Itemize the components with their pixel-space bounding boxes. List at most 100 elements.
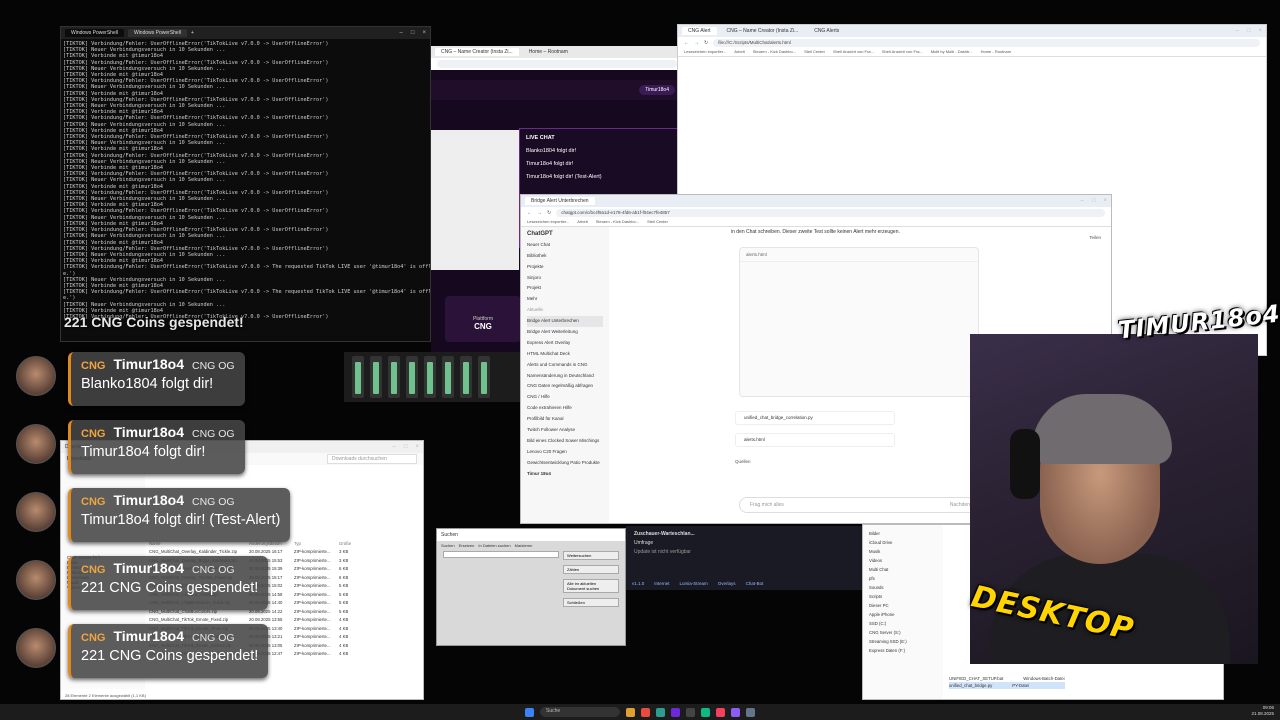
bookmark[interactable]: Arbeit [577,219,587,226]
bookmark[interactable]: Stell Center [804,49,825,56]
powershell-window[interactable]: Windows PowerShell Windows PowerShell + … [60,26,431,342]
share-button[interactable]: Teilen [1089,235,1101,240]
app-icon[interactable] [656,707,665,717]
chatgpt-brand[interactable]: ChatGPT [527,229,603,240]
close-icon[interactable]: × [422,30,426,36]
taskbar-search[interactable]: Suche [540,707,620,717]
column-size[interactable]: Größe [339,541,351,546]
sidebar-item[interactable]: Videos [869,556,937,565]
sidebar-item[interactable]: Scripts [869,592,937,601]
history-item[interactable]: Bridge Alert Unterbrechen [527,316,603,328]
maximize-icon[interactable]: □ [1092,198,1096,204]
file-row[interactable]: UNIFIED_CHAT_SETUP.bat Windows-Batch-Dat… [949,675,1065,682]
mixer-channel[interactable] [478,356,490,398]
overlay-item[interactable]: Zuschauer-Warteschlan... [634,530,858,539]
url-field[interactable]: chatgpt.com/c/bc4f9a1d-e178-4fd6-ab1f-f0… [556,209,1105,217]
mixer-channel[interactable] [460,356,472,398]
bookmark[interactable]: Steuern - Kick Dashbo... [753,49,796,56]
back-icon[interactable]: ← [684,40,689,46]
sidebar-item[interactable]: Dieser PC [869,601,937,610]
maximize-icon[interactable]: □ [404,444,408,450]
count-button[interactable]: Zählen [563,565,619,574]
nav-projects[interactable]: Projekte [527,262,603,273]
overlay-item[interactable]: Umfrage [634,539,858,548]
search-input[interactable]: Downloads durchsuchen [327,454,417,464]
dialog-tab[interactable]: Suchen [441,543,455,548]
sidebar-item[interactable]: iCloud Drive [869,538,937,547]
browser-icon[interactable] [641,707,650,717]
reload-icon[interactable]: ↻ [547,210,551,216]
sidebar-item[interactable]: Streaming SSD (E:) [869,637,937,646]
bookmark[interactable]: Shell Ansicht von Fra... [833,49,874,56]
history-item[interactable]: HTML Multichat Deck [527,349,603,360]
toolbar-item-lumia[interactable]: Lumia-Stream [680,581,708,586]
explorer-icon[interactable] [626,707,635,717]
terminal-output[interactable]: [TIKTOK] Verbindung/Fehler: UserOfflineE… [61,39,430,322]
sidebar-item[interactable]: Apple iPhone [869,610,937,619]
minimize-icon[interactable]: – [1081,198,1084,204]
back-icon[interactable]: ← [527,210,532,216]
nav-item[interactable]: Projekt [527,283,603,294]
browser-tab-cng[interactable]: CNG – Name Creator (Insta Zi... [435,48,519,56]
close-icon[interactable]: × [1258,28,1262,34]
toolbar-item-overlays[interactable]: Overlays [718,581,736,586]
bookmark[interactable]: Shell Ansicht von Fra... [882,49,923,56]
close-dialog-button[interactable]: Schließen [563,598,619,607]
address-bar[interactable]: ← → ↻ file:///C:/Scripts/MultiChat/alert… [678,37,1266,49]
sidebar-item[interactable]: Multi Chat [869,565,937,574]
mixer-channel[interactable] [424,356,436,398]
powershell-tab-2[interactable]: Windows PowerShell [127,29,187,37]
history-item[interactable]: Twitch Follower Analyse [527,425,603,436]
nav-more[interactable]: Mehr [527,294,603,305]
file-attachment[interactable]: unified_chat_bridge_correlation.py [735,411,895,425]
tab-name-creator[interactable]: CNG – Name Creator (Insta Zi... [720,27,805,35]
sidebar-item[interactable]: Bilder [869,529,937,538]
mixer-channel[interactable] [352,356,364,398]
nav-library[interactable]: Bibliothek [527,251,603,262]
history-item[interactable]: Bridge Alert Weiterleitung [527,327,603,338]
mixer-channel[interactable] [442,356,454,398]
start-icon[interactable] [525,707,534,717]
address-bar[interactable]: ← → ↻ chatgpt.com/c/bc4f9a1d-e178-4fd6-a… [521,207,1111,219]
close-icon[interactable]: × [1103,198,1107,204]
app-icon[interactable] [701,707,710,717]
history-item[interactable]: Code extrahieren Hilfe [527,403,603,414]
url-field[interactable]: file:///C:/Scripts/MultiChat/alerts.html [713,39,1260,47]
bookmark[interactable]: Multi by Multi - Dashb... [931,49,973,56]
history-item[interactable]: Profilbild für Kanal [527,414,603,425]
nav-item[interactable]: Sinjoro [527,273,603,284]
bookmark[interactable]: Home - Rootnam [981,49,1011,56]
search-term-input[interactable] [443,551,559,558]
dialog-tab[interactable]: Markieren [515,543,533,548]
history-item[interactable]: CNG Daten regelmäßig abfragen [527,381,603,392]
dialog-tab[interactable]: In Dateien suchen [478,543,510,548]
app-icon[interactable] [746,707,755,717]
sidebar-item[interactable]: pfs [869,574,937,583]
address-bar[interactable] [431,58,683,70]
mixer-channel[interactable] [388,356,400,398]
user-button[interactable]: Timur18o4 [639,85,675,95]
terminal-icon[interactable] [686,707,695,717]
find-all-button[interactable]: Alle im aktuellen Dokument suchen [563,579,619,593]
history-item[interactable]: Bild eines Clocked Sower Mischings [527,436,603,447]
sidebar-item[interactable]: Express Daten (F:) [869,646,937,655]
tab-cng-alerts[interactable]: CNG Alerts [808,27,846,35]
history-item[interactable]: CNG / Hilfe [527,392,603,403]
sidebar-item[interactable]: Musik [869,547,937,556]
sidebar-item[interactable]: CNG Server (S:) [869,628,937,637]
bookmark[interactable]: Lesezeichen importier... [684,49,726,56]
toolbar-item-chatbot[interactable]: Chat-Bot [746,581,764,586]
history-item[interactable]: Namensänderung in Deutschland [527,371,603,382]
history-item[interactable]: Gewichtsentwicklung Patio Produkte [527,458,603,469]
minimize-icon[interactable]: – [393,444,396,450]
overlay-panel-window[interactable]: Zuschauer-Warteschlan... Umfrage Update … [626,526,866,590]
mixer-channel[interactable] [370,356,382,398]
tab-chatgpt[interactable]: Bridge Alert Unterbrechen [525,197,595,205]
app-icon[interactable] [731,707,740,717]
browser-tab-home[interactable]: Home – Rootnam [522,48,574,56]
clock[interactable]: 09:06 21.08.2025 [1251,705,1274,717]
maximize-icon[interactable]: □ [411,30,415,36]
new-tab-icon[interactable]: + [191,30,194,36]
find-next-button[interactable]: Weitersuchen [563,551,619,560]
forward-icon[interactable]: → [537,210,542,216]
